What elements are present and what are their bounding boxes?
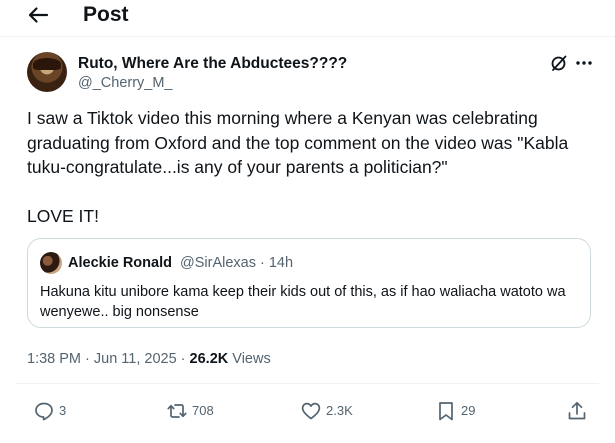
repost-icon (167, 404, 187, 418)
avatar[interactable] (27, 52, 67, 92)
like-button[interactable]: 2.3K (300, 399, 353, 423)
bookmark-count: 29 (461, 403, 476, 418)
author-handle[interactable]: @_Cherry_M_ (78, 74, 173, 92)
more-horizontal-icon (576, 61, 592, 65)
heart-icon (301, 402, 321, 420)
bookmark-button[interactable]: 29 (435, 399, 475, 423)
grok-icon (551, 55, 567, 71)
divider (0, 36, 615, 37)
repost-count: 708 (192, 403, 214, 418)
arrow-left-icon (28, 7, 49, 23)
post-page: Post Ruto, Where Are the Abductees???? @… (0, 0, 615, 443)
views-count: 26.2K (189, 351, 229, 367)
page-title: Post (83, 3, 129, 26)
divider (16, 383, 599, 384)
back-button[interactable] (26, 3, 52, 27)
views-label: Views (228, 351, 271, 367)
quoted-text: Hakuna kitu unibore kama keep their kids… (40, 284, 566, 320)
author-name[interactable]: Ruto, Where Are the Abductees???? (78, 54, 347, 73)
share-icon (568, 401, 586, 420)
quoted-author-name: Aleckie Ronald (68, 255, 172, 271)
like-count: 2.3K (326, 403, 353, 418)
post-text: I saw a Tiktok video this morning where … (27, 108, 569, 226)
reply-button[interactable]: 3 (33, 399, 66, 423)
reply-count: 3 (59, 403, 67, 418)
post-meta: 1:38 PM · Jun 11, 2025 · 26.2K Views (27, 350, 271, 368)
reply-icon (35, 402, 53, 421)
quoted-avatar (40, 252, 62, 274)
bookmark-icon (439, 402, 453, 421)
share-button[interactable] (566, 399, 588, 423)
grok-button[interactable] (549, 53, 569, 73)
more-options-button[interactable] (574, 53, 594, 73)
timestamp[interactable]: 1:38 PM · Jun 11, 2025 · (27, 351, 190, 367)
header-bar: Post (0, 0, 615, 32)
quoted-post[interactable]: Aleckie Ronald @SirAlexas · 14h Hakuna k… (27, 238, 591, 328)
repost-button[interactable]: 708 (166, 399, 214, 423)
quoted-author-meta: @SirAlexas · 14h (180, 255, 294, 271)
